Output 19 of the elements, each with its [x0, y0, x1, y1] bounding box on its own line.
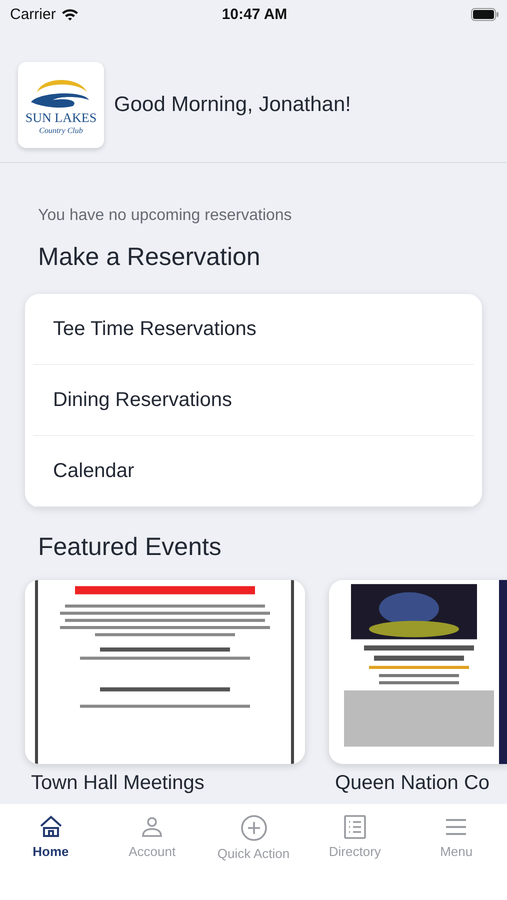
section-heading: Make a Reservation	[37, 242, 262, 272]
carrier-label: Carrier	[10, 6, 56, 22]
reservation-item[interactable]: Calendar	[33, 436, 474, 507]
logo-subtitle: Country Club	[39, 126, 83, 134]
reservation-item[interactable]: Tee Time Reservations	[33, 294, 474, 365]
battery-icon	[471, 8, 499, 20]
plus-circle-icon	[240, 814, 268, 842]
reservation-item[interactable]: Dining Reservations	[33, 365, 474, 436]
greeting: Good Morning, Jonathan!	[114, 93, 351, 117]
event-title: Town Hall Meetings	[30, 771, 206, 795]
list-icon	[342, 814, 368, 840]
reservation-notice: You have no upcoming reservations	[37, 206, 293, 225]
section-heading: Featured Events	[37, 532, 222, 562]
wifi-icon	[60, 8, 79, 20]
home-icon	[38, 814, 64, 840]
event-title: Queen Nation Co	[334, 771, 491, 795]
logo-name: SUN LAKES	[25, 110, 97, 126]
status-time: 10:47 AM	[222, 6, 288, 22]
tab[interactable]: Home	[0, 814, 102, 900]
